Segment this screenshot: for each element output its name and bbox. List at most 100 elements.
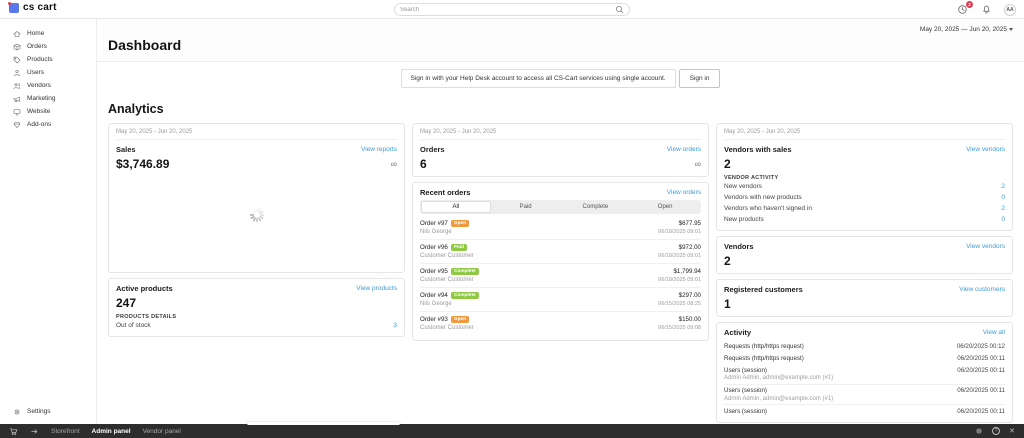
activity-value-link[interactable]: 0 bbox=[1001, 216, 1005, 223]
detail-value-link[interactable]: 3 bbox=[393, 322, 397, 329]
sidebar-item-label: Users bbox=[27, 69, 44, 76]
gear-icon bbox=[13, 408, 21, 415]
sidebar-item-home[interactable]: Home bbox=[0, 27, 96, 40]
sidebar-item-products[interactable]: Products bbox=[0, 53, 96, 66]
order-row[interactable]: Order #95 Complete Customer Customer $1,… bbox=[420, 264, 701, 288]
notifications-badge: 2 bbox=[966, 1, 973, 8]
recent-orders-card: Recent orders View orders All Paid Compl… bbox=[412, 182, 709, 341]
global-search[interactable] bbox=[394, 3, 630, 16]
activity-title: Activity bbox=[724, 328, 752, 337]
help-icon[interactable]: ? bbox=[992, 427, 1001, 435]
card-period: May 20, 2025 - Jun 20, 2025 bbox=[724, 129, 1005, 140]
brand-name: cs cart bbox=[23, 2, 57, 13]
sales-card: May 20, 2025 - Jun 20, 2025 Sales View r… bbox=[108, 123, 405, 273]
view-reports-link[interactable]: View reports bbox=[361, 146, 397, 153]
orders-card: May 20, 2025 - Jun 20, 2025 Orders View … bbox=[412, 123, 709, 177]
products-icon bbox=[13, 56, 21, 63]
sidebar-item-website[interactable]: Website bbox=[0, 105, 96, 118]
sidebar-item-vendors[interactable]: Vendors bbox=[0, 79, 96, 92]
vendor-activity-row: New vendors 2 bbox=[724, 181, 1005, 192]
search-icon[interactable] bbox=[615, 1, 624, 19]
order-id: Order #94 bbox=[420, 292, 448, 299]
order-row[interactable]: Order #93 Open Customer Customer $150.00… bbox=[420, 312, 701, 335]
order-date: 06/18/2025 09:01 bbox=[658, 229, 701, 235]
products-details-list: Out of stock 3 bbox=[116, 320, 397, 331]
activity-row: Users (session) 06/20/2025 00:11 Admin A… bbox=[724, 364, 1005, 384]
order-status-tab[interactable]: All bbox=[421, 201, 491, 213]
order-date: 06/15/2025 08:25 bbox=[658, 301, 701, 307]
order-row[interactable]: Order #94 Complete Nils George $297.00 0… bbox=[420, 288, 701, 312]
order-status-tab[interactable]: Complete bbox=[561, 201, 631, 213]
sidebar-item-settings[interactable]: Settings bbox=[0, 405, 96, 418]
sidebar-item-label: Home bbox=[27, 30, 45, 37]
activity-value-link[interactable]: 2 bbox=[1001, 205, 1005, 212]
order-row[interactable]: Order #96 Paid Customer Customer $972.00… bbox=[420, 240, 701, 264]
order-status-tab[interactable]: Paid bbox=[491, 201, 561, 213]
active-products-value: 247 bbox=[116, 296, 137, 310]
order-id: Order #93 bbox=[420, 316, 448, 323]
order-date: 06/18/2025 09:01 bbox=[658, 253, 701, 259]
sidebar-item-orders[interactable]: Orders bbox=[0, 40, 96, 53]
sales-value: $3,746.89 bbox=[116, 157, 170, 171]
sidebar-item-label: Orders bbox=[27, 43, 47, 50]
sidebar-item-addons[interactable]: Add-ons bbox=[0, 118, 96, 131]
date-range-selector[interactable]: May 20, 2025 — Jun 20, 2025 bbox=[108, 26, 1013, 33]
close-icon[interactable]: ✕ bbox=[1009, 428, 1015, 435]
status-badge: Open bbox=[450, 220, 470, 227]
activity-value-link[interactable]: 2 bbox=[1001, 183, 1005, 190]
logo-mark bbox=[8, 1, 19, 13]
gear-icon[interactable] bbox=[975, 427, 983, 435]
vendors-card: Vendors View vendors 2 bbox=[716, 236, 1013, 274]
website-icon bbox=[13, 108, 21, 115]
activity-label: Vendors who haven't signed in bbox=[724, 205, 812, 212]
panel-tab[interactable]: Vendor panel bbox=[143, 428, 181, 435]
history-icon[interactable]: 2 bbox=[956, 1, 973, 16]
view-all-link[interactable]: View all bbox=[983, 329, 1005, 336]
registered-customers-card: Registered customers View customers 1 bbox=[716, 279, 1013, 317]
order-id: Order #95 bbox=[420, 268, 448, 275]
avatar[interactable]: AA bbox=[1004, 3, 1016, 16]
order-total: $972.00 bbox=[678, 244, 701, 251]
brand-logo[interactable]: cs cart bbox=[8, 1, 57, 13]
recent-orders-list: Order #97 Open Nils George $677.95 06/18… bbox=[420, 216, 701, 335]
activity-value-link[interactable]: 0 bbox=[1001, 194, 1005, 201]
topbar: cs cart 2 AA bbox=[0, 0, 1024, 19]
order-total: $297.00 bbox=[678, 292, 701, 299]
sales-chart-area bbox=[116, 171, 397, 267]
search-input[interactable] bbox=[400, 6, 615, 13]
status-badge: Complete bbox=[450, 268, 479, 275]
status-badge: Paid bbox=[450, 244, 467, 251]
sidebar-item-label: Website bbox=[27, 108, 51, 115]
sign-in-button[interactable]: Sign in bbox=[678, 69, 721, 88]
home-icon bbox=[13, 30, 21, 37]
sidebar-item-marketing[interactable]: Marketing bbox=[0, 92, 96, 105]
arrow-right-icon[interactable] bbox=[30, 427, 39, 436]
panel-tab[interactable]: Storefront bbox=[51, 428, 80, 435]
view-vendors-link[interactable]: View vendors bbox=[966, 146, 1005, 153]
panel-tab[interactable]: Admin panel bbox=[92, 428, 131, 435]
recent-orders-title: Recent orders bbox=[420, 188, 471, 197]
sidebar-item-users[interactable]: Users bbox=[0, 66, 96, 79]
order-id: Order #97 bbox=[420, 220, 448, 227]
order-status-tab[interactable]: Open bbox=[630, 201, 700, 213]
bottombar: Storefront Admin panel Vendor panel ? ✕ bbox=[0, 424, 1024, 438]
activity-event-label: Users (session) bbox=[724, 407, 767, 415]
active-products-card: Active products View products 247 PRODUC… bbox=[108, 278, 405, 337]
view-customers-link[interactable]: View customers bbox=[959, 286, 1005, 293]
order-date: 06/18/2025 09:01 bbox=[658, 277, 701, 283]
bell-icon[interactable] bbox=[980, 3, 993, 16]
view-products-link[interactable]: View products bbox=[356, 285, 397, 292]
view-orders-link[interactable]: View orders bbox=[667, 189, 701, 196]
horizontal-scrollbar-thumb[interactable] bbox=[247, 422, 400, 425]
date-range-label: May 20, 2025 — Jun 20, 2025 bbox=[919, 26, 1007, 33]
activity-event-date: 06/20/2025 00:12 bbox=[956, 342, 1005, 350]
activity-event-sub: Admin Admin, admin@example.com (#1) bbox=[724, 375, 834, 381]
cart-icon[interactable] bbox=[9, 427, 18, 436]
view-orders-link[interactable]: View orders bbox=[667, 146, 701, 153]
registered-customers-value: 1 bbox=[724, 297, 731, 311]
order-row[interactable]: Order #97 Open Nils George $677.95 06/18… bbox=[420, 216, 701, 240]
sidebar-item-label: Settings bbox=[27, 408, 51, 415]
orders-card-title: Orders bbox=[420, 145, 445, 154]
view-vendors-link[interactable]: View vendors bbox=[966, 243, 1005, 250]
vendors-icon bbox=[13, 82, 21, 89]
